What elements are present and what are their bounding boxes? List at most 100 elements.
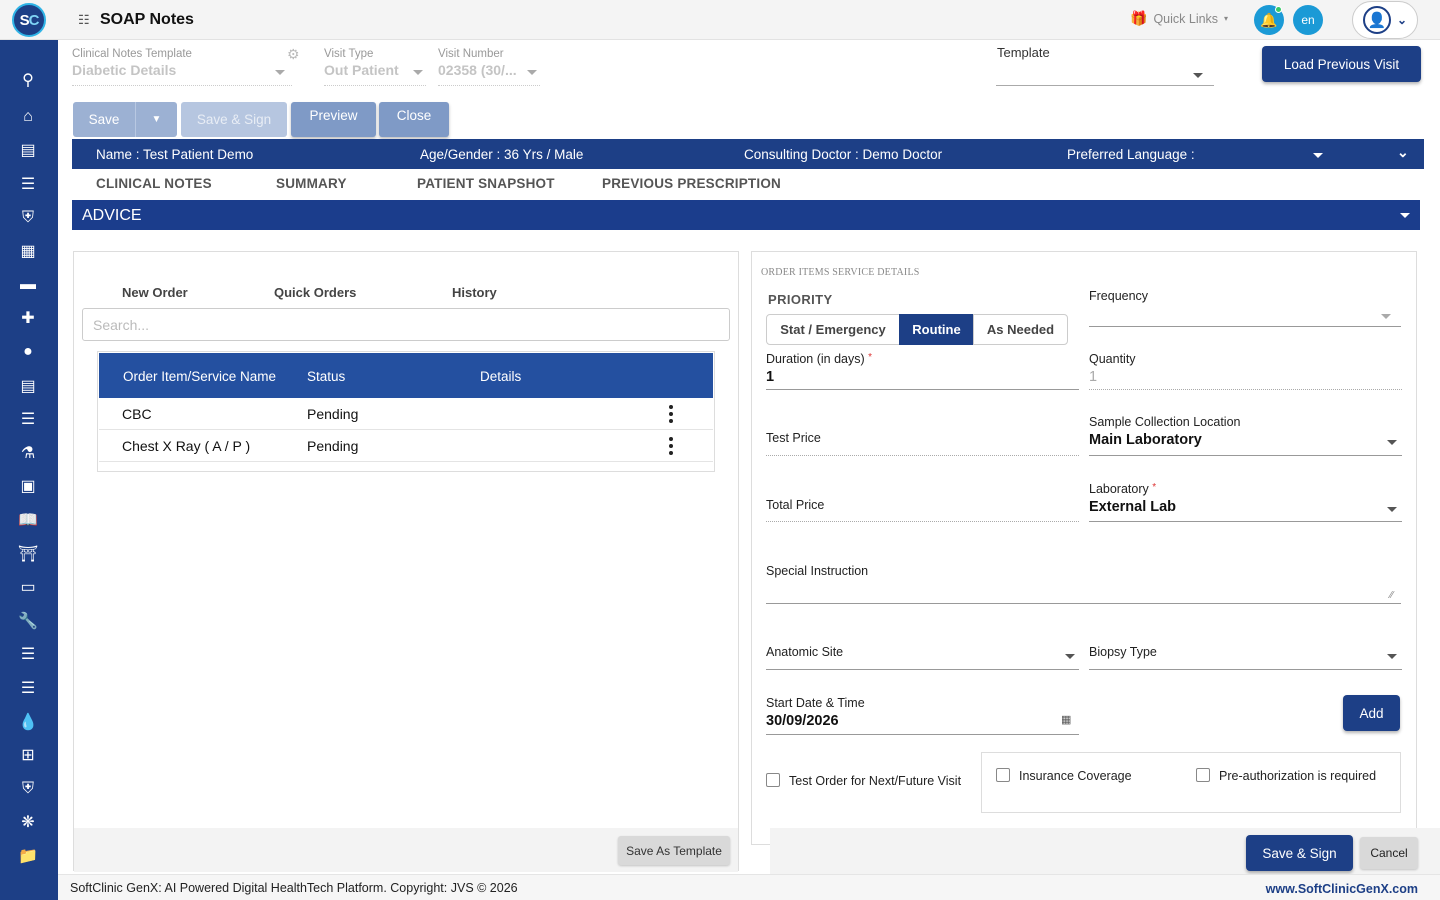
folder-icon[interactable]: 📁 bbox=[16, 844, 40, 868]
save-button[interactable]: Save bbox=[73, 102, 135, 137]
visit-type-select[interactable]: Out Patient bbox=[324, 62, 399, 78]
duration-input[interactable]: 1 bbox=[766, 369, 774, 385]
blood-drop-icon[interactable]: 💧 bbox=[16, 710, 40, 734]
priority-as-needed[interactable]: As Needed bbox=[973, 314, 1068, 345]
medical-bag-icon[interactable]: ⛨ bbox=[16, 206, 40, 230]
divider bbox=[324, 85, 426, 86]
preauth-label: Pre-authorization is required bbox=[1219, 769, 1377, 783]
cancel-button[interactable]: Cancel bbox=[1360, 837, 1418, 869]
search-icon[interactable]: ⚲ bbox=[16, 68, 40, 92]
user-avatar-icon: 👤 bbox=[1362, 6, 1391, 34]
calendar-icon[interactable]: ▦ bbox=[16, 239, 40, 263]
app-logo[interactable]: SC bbox=[12, 3, 46, 37]
biopsy-type-label: Biopsy Type bbox=[1089, 645, 1157, 659]
quantity-input[interactable]: 1 bbox=[1089, 369, 1097, 385]
total-price-label: Total Price bbox=[766, 498, 825, 512]
subtab-quick-orders[interactable]: Quick Orders bbox=[274, 285, 356, 300]
visit-number-select[interactable]: 02358 (30/... bbox=[438, 62, 517, 78]
chevron-down-icon: ▼ bbox=[151, 114, 162, 125]
order-search-input[interactable]: Search... bbox=[82, 308, 730, 341]
expand-chevron-icon[interactable]: ⌄ bbox=[1397, 144, 1409, 161]
devices-icon[interactable]: ▭ bbox=[16, 575, 40, 599]
website-link[interactable]: www.SoftClinicGenX.com bbox=[1266, 882, 1418, 896]
gear-icon[interactable]: ⚙ bbox=[287, 46, 300, 63]
shield-icon[interactable]: ⛨ bbox=[16, 777, 40, 801]
template-select[interactable] bbox=[996, 85, 1214, 86]
bed-icon[interactable]: ▬ bbox=[16, 273, 40, 297]
save-and-sign-top-button[interactable]: Save & Sign bbox=[181, 102, 287, 137]
preauth-checkbox[interactable] bbox=[1196, 768, 1210, 782]
laboratory-select[interactable]: External Lab bbox=[1089, 499, 1176, 515]
add-button[interactable]: Add bbox=[1343, 695, 1400, 731]
insurance-coverage-checkbox[interactable] bbox=[996, 768, 1010, 782]
clinical-notes-template-select[interactable]: Diabetic Details bbox=[72, 62, 176, 78]
language-button[interactable]: en bbox=[1293, 5, 1323, 35]
subtab-new-order[interactable]: New Order bbox=[122, 285, 188, 300]
pharmacy-icon[interactable]: ▣ bbox=[16, 474, 40, 498]
total-price-field bbox=[766, 521, 1079, 522]
column-header-details: Details bbox=[480, 369, 522, 384]
menu-icon[interactable]: ☰ bbox=[16, 676, 40, 700]
section-label: ORDER ITEMS SERVICE DETAILS bbox=[761, 267, 920, 278]
lab-icon[interactable]: ⚗ bbox=[16, 441, 40, 465]
subtab-history[interactable]: History bbox=[452, 285, 497, 300]
add-box-icon[interactable]: ⊞ bbox=[16, 743, 40, 767]
save-and-sign-button[interactable]: Save & Sign bbox=[1246, 835, 1353, 871]
calendar-icon[interactable]: ▦ bbox=[1061, 713, 1071, 726]
close-button[interactable]: Close bbox=[379, 102, 449, 137]
future-visit-checkbox[interactable] bbox=[766, 773, 780, 787]
menu-icon[interactable]: ☰ bbox=[16, 642, 40, 666]
list-icon[interactable]: ☰ bbox=[16, 407, 40, 431]
save-dropdown-button[interactable]: ▼ bbox=[135, 102, 177, 137]
divider bbox=[766, 389, 1079, 390]
load-previous-visit-button[interactable]: Load Previous Visit bbox=[1262, 46, 1421, 82]
anatomic-site-select[interactable] bbox=[766, 669, 1079, 670]
priority-stat-emergency[interactable]: Stat / Emergency bbox=[766, 314, 900, 345]
biopsy-type-select[interactable] bbox=[1089, 669, 1402, 670]
column-header-name: Order Item/Service Name bbox=[123, 369, 277, 384]
tab-previous-prescription[interactable]: PREVIOUS PRESCRIPTION bbox=[602, 176, 781, 191]
save-as-template-button[interactable]: Save As Template bbox=[618, 836, 730, 865]
language-dropdown-icon[interactable] bbox=[1313, 153, 1323, 158]
quick-links-menu[interactable]: 🎁 Quick Links ▾ bbox=[1130, 10, 1228, 27]
priority-routine[interactable]: Routine bbox=[899, 314, 974, 345]
tab-summary[interactable]: SUMMARY bbox=[276, 176, 347, 191]
advice-title: ADVICE bbox=[82, 207, 142, 224]
duration-label: Duration (in days) * bbox=[766, 352, 873, 366]
resize-handle-icon[interactable]: ∕∕ bbox=[1390, 590, 1393, 601]
bar-chart-icon[interactable]: ▤ bbox=[16, 138, 40, 162]
tab-clinical-notes[interactable]: CLINICAL NOTES bbox=[96, 176, 212, 191]
advice-section-header[interactable]: ADVICE bbox=[72, 200, 1420, 230]
tab-patient-snapshot[interactable]: PATIENT SNAPSHOT bbox=[417, 176, 555, 191]
wrench-icon[interactable]: 🔧 bbox=[16, 609, 40, 633]
collapse-icon[interactable] bbox=[1400, 213, 1410, 218]
preview-button[interactable]: Preview bbox=[291, 102, 376, 137]
sample-location-select[interactable]: Main Laboratory bbox=[1089, 432, 1202, 448]
start-datetime-input[interactable]: 30/09/2026 bbox=[766, 713, 839, 729]
divider bbox=[1089, 521, 1402, 522]
divider bbox=[766, 734, 1079, 735]
document-list-icon[interactable]: ▤ bbox=[16, 374, 40, 398]
table-row[interactable]: Chest X Ray ( A / P ) Pending bbox=[99, 430, 713, 462]
clinical-notes-template-label: Clinical Notes Template bbox=[72, 48, 192, 60]
user-menu[interactable]: 👤 ⌄ bbox=[1352, 1, 1418, 39]
notes-icon: ☷ bbox=[78, 12, 90, 27]
table-row[interactable]: CBC Pending bbox=[99, 398, 713, 430]
chevron-down-icon bbox=[1387, 440, 1397, 445]
more-options-icon[interactable] bbox=[669, 437, 673, 455]
home-icon[interactable]: ⌂ bbox=[16, 105, 40, 129]
special-instruction-textarea[interactable] bbox=[766, 603, 1401, 604]
network-icon[interactable]: ❋ bbox=[16, 810, 40, 834]
template-label: Template bbox=[997, 45, 1050, 60]
book-icon[interactable]: 📖 bbox=[16, 508, 40, 532]
notification-button[interactable]: 🔔 bbox=[1254, 5, 1284, 35]
column-header-status: Status bbox=[307, 369, 346, 384]
more-options-icon[interactable] bbox=[669, 405, 673, 423]
medical-cross-icon[interactable]: ✚ bbox=[16, 306, 40, 330]
divider bbox=[72, 85, 292, 86]
hospital-icon[interactable]: ⛩ bbox=[16, 542, 40, 566]
frequency-select[interactable] bbox=[1089, 326, 1401, 327]
menu-icon[interactable]: ☰ bbox=[16, 172, 40, 196]
person-icon[interactable]: ● bbox=[16, 340, 40, 364]
frequency-label: Frequency bbox=[1089, 289, 1149, 303]
